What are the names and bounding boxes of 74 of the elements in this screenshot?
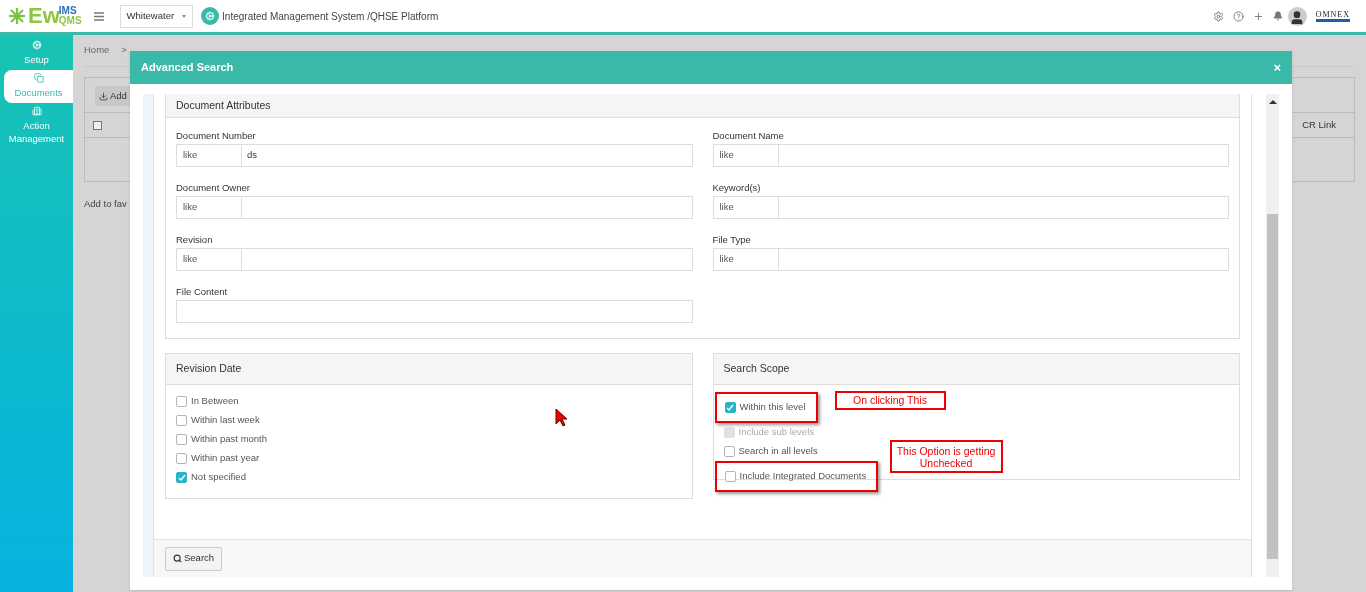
option-label: Search in all levels	[738, 444, 818, 459]
field-label: File Type	[712, 233, 752, 247]
logo-text: QMS	[58, 16, 82, 26]
checkbox[interactable]	[176, 472, 187, 483]
option-label: Not specified	[191, 470, 246, 485]
checkbox[interactable]	[176, 415, 187, 426]
operator-field[interactable]: like	[712, 144, 779, 167]
column-header: CR Link	[1302, 117, 1336, 132]
checkbox[interactable]	[176, 434, 187, 445]
option-label: Within past month	[191, 432, 268, 447]
field-label: Document Number	[176, 129, 257, 143]
menu-icon[interactable]	[93, 11, 104, 21]
scrollbar-thumb[interactable]	[1267, 214, 1278, 559]
settings-icon[interactable]	[201, 7, 220, 25]
logo-text: IMS	[58, 6, 78, 16]
operator-field[interactable]: like	[712, 248, 779, 271]
input-field[interactable]	[176, 300, 693, 323]
panel-title: Search Scope	[723, 361, 790, 377]
platform-title: Integrated Management System /QHSE Platform	[222, 9, 439, 24]
panel-title: Revision Date	[176, 361, 242, 377]
checkbox[interactable]	[176, 396, 187, 407]
annotation-callout: On clicking This	[834, 391, 946, 410]
add-button[interactable]: Add	[95, 86, 131, 106]
logo-text: Ew	[28, 5, 60, 27]
checkbox[interactable]	[93, 120, 102, 130]
checkbox[interactable]	[724, 402, 736, 413]
add-icon[interactable]	[1252, 10, 1264, 22]
search-icon	[173, 554, 182, 563]
dialog-title: Advanced Search	[141, 60, 234, 76]
checkbox[interactable]	[724, 471, 736, 482]
site-select[interactable]: Whitewater	[119, 4, 194, 28]
help-icon[interactable]	[1232, 10, 1244, 22]
option-label: Within past year	[191, 451, 260, 466]
logo-flower-icon	[8, 7, 26, 25]
input-field[interactable]	[242, 196, 693, 219]
favorites-text: Add to fav	[84, 197, 127, 211]
breadcrumb-separator: >	[121, 43, 127, 58]
caret-icon	[182, 14, 187, 18]
search-button[interactable]: Search	[165, 546, 223, 571]
input-field[interactable]	[778, 248, 1229, 271]
operator-field[interactable]: like	[176, 144, 242, 167]
option-label: In Between	[191, 394, 239, 409]
building-icon	[31, 106, 42, 116]
annotation-callout: This Option is getting Unchecked	[889, 440, 1003, 473]
breadcrumb-link[interactable]: Home	[84, 43, 110, 58]
download-icon	[99, 91, 108, 101]
cursor-icon	[555, 408, 568, 427]
brand-logo: OMNEX	[1315, 10, 1350, 22]
checkbox[interactable]	[723, 446, 735, 457]
field-label: Document Name	[712, 129, 785, 143]
operator-field[interactable]: like	[176, 248, 242, 271]
field-label: Keyword(s)	[712, 181, 762, 195]
field-label: Revision	[176, 233, 214, 247]
field-label: Document Owner	[176, 181, 251, 195]
field-label: File Content	[176, 285, 229, 299]
input-field[interactable]	[242, 248, 693, 271]
option-label: Within this level	[739, 400, 806, 415]
option-label: Include Integrated Documents	[739, 469, 867, 484]
input-field[interactable]	[778, 196, 1229, 219]
notifications-icon[interactable]	[1272, 11, 1283, 21]
operator-field[interactable]: like	[176, 196, 242, 219]
scrollbar[interactable]	[1266, 94, 1279, 577]
scroll-up-icon[interactable]	[1268, 100, 1277, 104]
gear-icon	[31, 40, 42, 50]
input-field[interactable]: ds	[242, 144, 693, 167]
option-label: Include sub levels	[738, 425, 815, 440]
panel-title: Document Attributes	[176, 97, 271, 113]
copy-icon	[33, 73, 44, 83]
option-label: Within last week	[191, 413, 260, 428]
settings-icon[interactable]	[1212, 10, 1224, 22]
user-avatar[interactable]	[1287, 6, 1307, 26]
input-field[interactable]	[778, 144, 1229, 167]
operator-field[interactable]: like	[712, 196, 779, 219]
checkbox[interactable]	[176, 453, 187, 464]
